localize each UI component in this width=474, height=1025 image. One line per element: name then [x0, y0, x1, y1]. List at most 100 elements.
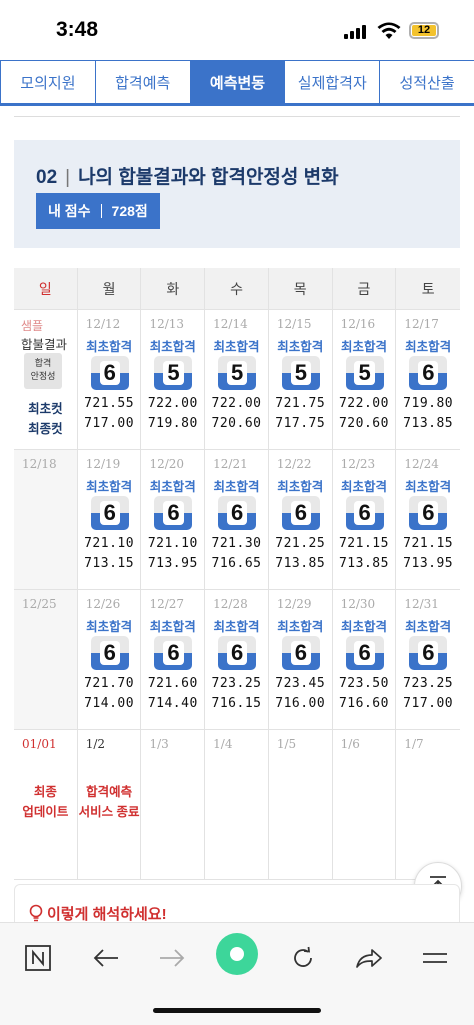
- day-date: 12/29: [276, 597, 312, 611]
- weekday-header: 일 월 화 수 목 금 토: [14, 268, 461, 310]
- final-cut-score: 713.85: [403, 416, 454, 431]
- result-label: 최초합격: [213, 480, 260, 494]
- final-cut-score: 716.15: [211, 696, 262, 711]
- first-cut-score: 721.15: [338, 536, 389, 551]
- day-cell[interactable]: 12/24 최초합격 6 721.15 713.95: [396, 450, 461, 590]
- green-dot-button[interactable]: [216, 933, 258, 975]
- tab-score-calc[interactable]: 성적산출: [379, 60, 474, 103]
- calendar-week-row: 12/25 12/26 최초합격 6 721.70 714.00 12/27 최초합격 6 721…: [14, 590, 461, 730]
- stability-grade-badge: 6: [409, 496, 448, 530]
- stability-grade-badge: 6: [345, 496, 384, 530]
- score-label: 내 점수: [48, 203, 91, 219]
- day-cell[interactable]: 12/29 최초합격 6 723.45 716.00: [268, 590, 333, 730]
- first-cut-score: 722.00: [211, 396, 262, 411]
- future-day-cell: 1/6: [332, 730, 397, 880]
- day-cell[interactable]: 12/28 최초합격 6 723.25 716.15: [205, 590, 269, 730]
- stability-grade-badge: 6: [409, 356, 448, 390]
- lightbulb-icon: [29, 904, 43, 922]
- final-cut-score: 713.15: [84, 556, 135, 571]
- section-title: 02 | 나의 합불결과와 합격안정성 변화: [36, 167, 339, 188]
- forward-button[interactable]: [152, 938, 192, 978]
- day-cell[interactable]: 12/16 최초합격 5 722.00 720.60: [332, 310, 397, 450]
- future-day-cell: 1/5: [268, 730, 333, 880]
- legend-result-label: 합불결과: [21, 338, 68, 352]
- final-cut-score: 714.00: [84, 696, 135, 711]
- grade-value: 6: [290, 640, 312, 665]
- weekday-wed: 수: [205, 268, 269, 310]
- day-cell[interactable]: 12/23 최초합격 6 721.15 713.85: [332, 450, 397, 590]
- result-label: 최초합격: [277, 620, 324, 634]
- day-date: 12/16: [340, 317, 376, 331]
- grade-value: 6: [99, 360, 121, 385]
- day-cell[interactable]: 12/15 최초합격 5 721.75 717.75: [268, 310, 333, 450]
- status-time: 3:48: [56, 18, 99, 41]
- result-label: 최초합격: [213, 620, 260, 634]
- stability-grade-badge: 6: [281, 496, 320, 530]
- final-cut-score: 716.60: [338, 696, 389, 711]
- day-cell[interactable]: 12/14 최초합격 5 722.00 720.60: [205, 310, 269, 450]
- sunday-date: 12/18: [22, 457, 57, 471]
- tab-prediction-change[interactable]: 예측변동: [189, 60, 286, 103]
- tab-mock-application[interactable]: 모의지원: [0, 60, 96, 103]
- final-cut-score: 717.75: [275, 416, 326, 431]
- day-cell[interactable]: 12/17 최초합격 6 719.80 713.85: [396, 310, 461, 450]
- tab-actual-admits[interactable]: 실제합격자: [284, 60, 381, 103]
- first-cut-score: 721.70: [84, 676, 135, 691]
- score-value: 728점: [111, 203, 148, 219]
- stability-grade-badge: 6: [218, 636, 257, 670]
- wifi-icon: [377, 22, 401, 39]
- first-cut-score: 721.10: [147, 536, 198, 551]
- tab-prediction[interactable]: 합격예측: [94, 60, 191, 103]
- grade-value: 6: [354, 500, 376, 525]
- day-date: 12/26: [85, 597, 121, 611]
- grade-value: 6: [99, 640, 121, 665]
- grade-value: 6: [418, 360, 439, 385]
- final-cut-score: 720.60: [338, 416, 389, 431]
- day-cell[interactable]: 12/31 최초합격 6 723.25 717.00: [396, 590, 461, 730]
- stability-grade-badge: 6: [345, 636, 384, 670]
- weekday-thu: 목: [268, 268, 333, 310]
- day-cell[interactable]: 12/21 최초합격 6 721.30 716.65: [205, 450, 269, 590]
- section-number: 02: [36, 167, 58, 188]
- menu-button[interactable]: [415, 938, 455, 978]
- calendar: 일 월 화 수 목 금 토 샘플 합불결과 합격 안정성 최초컷 최종컷 12/12 최초합격…: [14, 268, 461, 880]
- refresh-button[interactable]: [283, 938, 323, 978]
- day-cell[interactable]: 12/22 최초합격 6 721.25 713.85: [268, 450, 333, 590]
- calendar-week-row: 12/18 12/19 최초합격 6 721.10 713.15 12/20 최초합격 6 721…: [14, 450, 461, 590]
- grade-value: 6: [290, 500, 312, 525]
- first-cut-score: 721.30: [211, 536, 262, 551]
- weekday-sun: 일: [14, 268, 78, 310]
- stability-grade-badge: 6: [90, 496, 129, 530]
- hamburger-icon: [423, 953, 447, 963]
- final-cut-score: 713.85: [275, 556, 326, 571]
- sunday-date: 12/25: [22, 597, 57, 611]
- day-cell[interactable]: 12/30 최초합격 6 723.50 716.60: [332, 590, 397, 730]
- naver-home-button[interactable]: [18, 938, 58, 978]
- final-update-cell: 01/01 최종 업데이트: [14, 730, 78, 880]
- day-cell[interactable]: 12/20 최초합격 6 721.10 713.95: [141, 450, 206, 590]
- final-cut-score: 716.65: [211, 556, 262, 571]
- final-cut-score: 714.40: [147, 696, 198, 711]
- back-button[interactable]: [86, 938, 126, 978]
- day-cell[interactable]: 12/13 최초합격 5 722.00 719.80: [141, 310, 206, 450]
- first-cut-score: 721.15: [403, 536, 454, 551]
- divider: [14, 116, 460, 117]
- day-date: 12/14: [213, 317, 248, 331]
- battery-icon: 12: [409, 22, 439, 39]
- result-label: 최초합격: [149, 340, 196, 354]
- day-cell[interactable]: 12/27 최초합격 6 721.60 714.40: [141, 590, 206, 730]
- day-cell[interactable]: 12/12 최초합격 6 721.55 717.00: [77, 310, 142, 450]
- legend-cell: 샘플 합불결과 합격 안정성 최초컷 최종컷: [14, 310, 78, 450]
- dot-icon: [230, 947, 244, 961]
- day-date: 12/23: [340, 457, 376, 471]
- first-cut-score: 723.45: [275, 676, 326, 691]
- first-cut-score: 721.75: [275, 396, 326, 411]
- share-button[interactable]: [349, 938, 389, 978]
- first-cut-score: 721.60: [147, 676, 198, 691]
- day-cell[interactable]: 12/26 최초합격 6 721.70 714.00: [77, 590, 142, 730]
- result-label: 최초합격: [340, 480, 387, 494]
- result-label: 최초합격: [86, 340, 133, 354]
- day-cell[interactable]: 12/19 최초합격 6 721.10 713.15: [77, 450, 142, 590]
- section-header: 02 | 나의 합불결과와 합격안정성 변화 내 점수 728점: [14, 140, 460, 248]
- day-date: 12/31: [404, 597, 439, 611]
